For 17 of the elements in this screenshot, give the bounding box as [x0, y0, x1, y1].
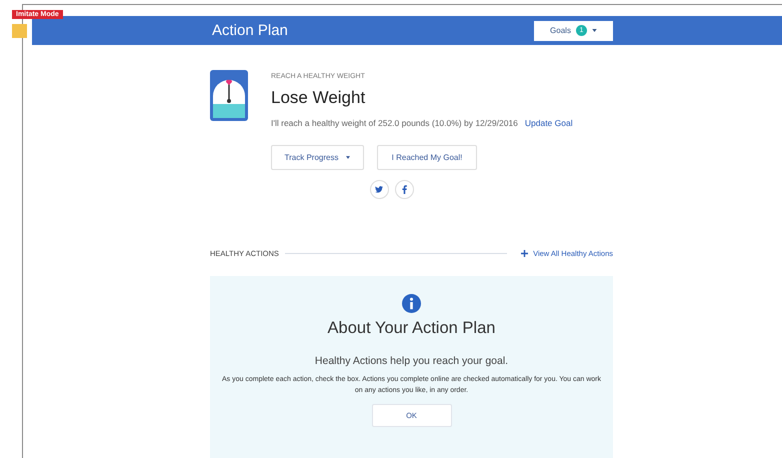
info-icon — [402, 294, 421, 313]
track-progress-button[interactable]: Track Progress — [271, 145, 364, 170]
caret-icon — [346, 156, 350, 159]
card-subtitle: Healthy Actions help you reach your goal. — [314, 355, 508, 367]
plus-icon — [521, 250, 528, 257]
share-button[interactable] — [370, 180, 388, 199]
goal-reached-button[interactable]: I Reached My Goal! — [377, 145, 477, 170]
card-title: About Your Action Plan — [328, 319, 496, 338]
update-goal-link[interactable]: Update Goal — [524, 118, 573, 128]
scale-icon — [210, 70, 248, 121]
twitter-icon — [375, 186, 383, 193]
share-button[interactable] — [394, 180, 414, 199]
goal-title: Lose Weight — [271, 88, 366, 108]
goal-description: I'll reach a healthy weight of 252.0 pounds (10.0%) by 12/29/2016 — [271, 118, 518, 128]
facebook-icon — [402, 185, 406, 194]
page-title: Action Plan — [212, 22, 289, 39]
caret-icon — [592, 29, 597, 32]
